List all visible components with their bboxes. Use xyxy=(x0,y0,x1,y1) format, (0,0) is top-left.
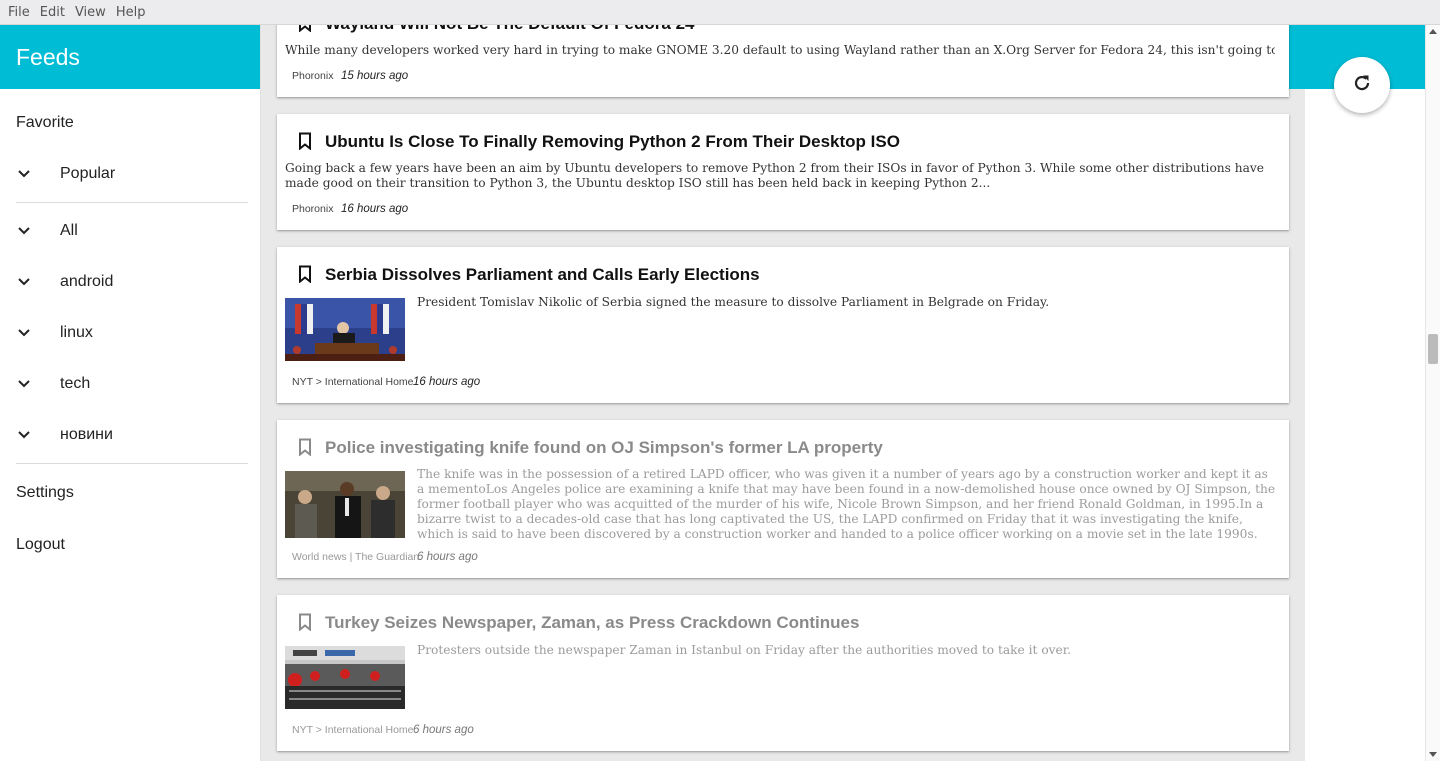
nav-category-label: android xyxy=(60,273,114,290)
nav-settings[interactable]: Settings xyxy=(0,471,260,515)
menu-file[interactable]: File xyxy=(4,5,34,20)
nav-category-linux[interactable]: linux xyxy=(0,311,260,355)
nav-favorite[interactable]: Favorite xyxy=(0,101,260,145)
menu-bar: File Edit View Help xyxy=(0,0,1440,25)
app-title: Feeds xyxy=(16,43,80,70)
nav-category-label: новини xyxy=(60,426,113,443)
article-time: 6 hours ago xyxy=(413,724,474,736)
article-card[interactable]: Police investigating knife found on OJ S… xyxy=(277,420,1289,578)
menu-view[interactable]: View xyxy=(71,5,110,20)
article-description: While many developers worked very hard i… xyxy=(285,43,1275,57)
menu-help[interactable]: Help xyxy=(112,5,150,20)
article-source: Phoronix xyxy=(292,203,334,215)
right-panel xyxy=(1305,89,1425,761)
article-time: 16 hours ago xyxy=(341,203,409,215)
nav-category-tech[interactable]: tech xyxy=(0,362,260,406)
chevron-down-icon[interactable] xyxy=(16,376,32,392)
article-title[interactable]: Serbia Dissolves Parliament and Calls Ea… xyxy=(325,265,760,285)
nav-category-label: All xyxy=(60,222,78,239)
article-time: 15 hours ago xyxy=(341,70,409,82)
chevron-down-icon[interactable] xyxy=(16,166,32,182)
article-thumbnail[interactable] xyxy=(285,646,405,709)
nav-popular[interactable]: Popular xyxy=(0,152,260,196)
article-description: Going back a few years have been an aim … xyxy=(285,161,1264,190)
nav-settings-label: Settings xyxy=(16,484,74,501)
article-card[interactable]: Ubuntu Is Close To Finally Removing Pyth… xyxy=(277,114,1289,230)
scroll-down-arrow-icon[interactable] xyxy=(1429,752,1437,757)
menu-edit[interactable]: Edit xyxy=(36,5,69,20)
nav-category-all[interactable]: All xyxy=(0,209,260,253)
article-title[interactable]: Police investigating knife found on OJ S… xyxy=(325,438,883,458)
bookmark-icon[interactable] xyxy=(297,265,313,284)
article-source: World news | The Guardian xyxy=(292,551,420,563)
nav-logout-label: Logout xyxy=(16,536,65,553)
refresh-icon xyxy=(1352,73,1372,98)
article-thumbnail[interactable] xyxy=(285,298,405,361)
article-description: Protesters outside the newspaper Zaman i… xyxy=(417,643,1072,657)
nav-category-android[interactable]: android xyxy=(0,260,260,304)
article-time: 16 hours ago xyxy=(413,376,481,388)
article-description: The knife was in the possession of a ret… xyxy=(417,467,1276,540)
sidebar-header: Feeds xyxy=(0,25,260,89)
nav-popular-label: Popular xyxy=(60,165,116,182)
chevron-down-icon[interactable] xyxy=(16,223,32,239)
article-source: NYT > International Home xyxy=(292,724,414,736)
scroll-up-arrow-icon[interactable] xyxy=(1429,29,1437,34)
article-description: President Tomislav Nikolic of Serbia sig… xyxy=(417,295,1050,309)
bookmark-icon[interactable] xyxy=(297,613,313,632)
article-title[interactable]: Ubuntu Is Close To Finally Removing Pyth… xyxy=(325,132,900,152)
article-source: Phoronix xyxy=(292,70,334,82)
nav-category-label: tech xyxy=(60,375,91,392)
article-title[interactable]: Turkey Seizes Newspaper, Zaman, as Press… xyxy=(325,613,859,633)
nav-logout[interactable]: Logout xyxy=(0,523,260,567)
bookmark-icon[interactable] xyxy=(297,438,313,457)
divider xyxy=(16,463,248,464)
divider xyxy=(16,202,248,203)
bookmark-icon[interactable] xyxy=(297,132,313,151)
article-time: 6 hours ago xyxy=(417,551,478,563)
scrollbar-thumb[interactable] xyxy=(1428,334,1438,364)
article-source: NYT > International Home xyxy=(292,376,414,388)
chevron-down-icon[interactable] xyxy=(16,427,32,443)
chevron-down-icon[interactable] xyxy=(16,274,32,290)
refresh-button[interactable] xyxy=(1334,57,1390,113)
article-thumbnail[interactable] xyxy=(285,471,405,538)
vertical-scrollbar[interactable] xyxy=(1425,25,1440,761)
nav-category-label: linux xyxy=(60,324,93,341)
chevron-down-icon[interactable] xyxy=(16,325,32,341)
nav-category-novyny[interactable]: новини xyxy=(0,413,260,457)
article-card[interactable]: Turkey Seizes Newspaper, Zaman, as Press… xyxy=(277,595,1289,751)
sidebar: Feeds Favorite Popular All android linux… xyxy=(0,25,261,761)
nav-favorite-label: Favorite xyxy=(16,114,74,131)
article-card[interactable]: Serbia Dissolves Parliament and Calls Ea… xyxy=(277,247,1289,403)
